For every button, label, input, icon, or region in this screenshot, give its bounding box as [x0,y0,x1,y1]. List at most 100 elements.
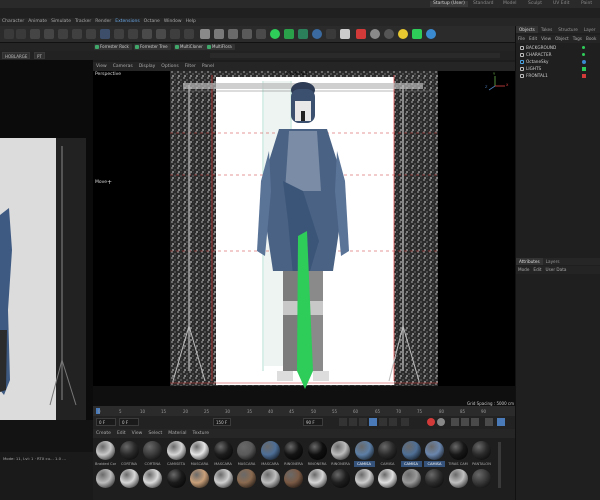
menu-window[interactable]: Window [162,18,184,26]
mat-menu-create[interactable]: Create [93,429,114,438]
grid-icon[interactable] [114,29,124,39]
material-swatch[interactable] [283,468,304,489]
material-scrollbar[interactable] [498,442,501,488]
object-row-lights[interactable]: LIGHTS [520,65,600,72]
cone-icon[interactable] [242,29,252,39]
material-swatch[interactable] [189,468,210,489]
end-frame-field[interactable]: 90 F [303,418,323,426]
material-swatch[interactable]: TIRAS CAM [448,440,469,467]
menu-character[interactable]: Character [0,18,26,26]
material-swatch[interactable] [95,468,116,489]
octane-tag-icon[interactable] [582,60,586,64]
vp-menu-filter[interactable]: Filter [182,62,199,71]
visibility-dot-icon[interactable] [582,46,585,49]
material-swatch[interactable] [448,468,469,489]
undo-icon[interactable] [4,29,14,39]
material-swatch[interactable]: CAMISA [377,440,398,467]
tab-forrester-rock[interactable]: Forrester Rock [94,44,132,50]
vp-menu-display[interactable]: Display [136,62,159,71]
play-icon[interactable] [369,418,377,426]
menu-extensions[interactable]: Extensions [113,18,141,26]
dark-sphere-icon[interactable] [384,29,394,39]
tab-objects[interactable]: Objects [516,26,538,33]
workspace-tab-model[interactable]: Model [500,1,520,7]
obj-menu-file[interactable]: File [516,35,527,43]
camera-tag-icon[interactable] [582,74,586,78]
menu-help[interactable]: Help [184,18,198,26]
obj-menu-tags[interactable]: Tags [571,35,584,43]
key-param-icon[interactable] [485,418,493,426]
tab-forrester-tree[interactable]: Forrester Tree [134,44,171,50]
goto-start-icon[interactable] [339,418,347,426]
render-view-icon[interactable] [30,29,40,39]
vp-menu-cameras[interactable]: Cameras [110,62,136,71]
workspace-tab-paint[interactable]: Paint [578,1,595,7]
sphere-icon[interactable] [200,29,210,39]
material-swatch[interactable] [260,468,281,489]
wireframe-icon[interactable] [156,29,166,39]
tab-takes[interactable]: Takes [538,26,555,33]
material-swatch[interactable] [119,468,140,489]
loop-icon[interactable] [401,418,409,426]
material-swatch[interactable]: MASCARA [213,440,234,467]
timeline-settings-icon[interactable] [497,418,505,426]
rotate-icon[interactable] [72,29,82,39]
material-ball-icon[interactable] [214,29,224,39]
material-swatch[interactable]: RINONERA [307,440,328,467]
obj-menu-book[interactable]: Book [584,35,598,43]
key-position-icon[interactable] [451,418,459,426]
material-swatch[interactable] [166,468,187,489]
material-swatch[interactable] [354,468,375,489]
material-swatch[interactable] [401,468,422,489]
play-back-icon[interactable] [359,418,367,426]
redo-icon[interactable] [16,29,26,39]
obj-menu-view[interactable]: View [539,35,553,43]
perspective-viewport[interactable]: Perspective FRONTAL1 Move + Grid Spacing… [93,71,515,406]
material-swatch[interactable]: CORTINA [142,440,163,467]
workspace-tab-uvedit[interactable]: UV Edit [550,1,573,7]
autokey-icon[interactable] [437,418,445,426]
frame-dropdown[interactable]: PT [34,52,45,59]
wave-icon[interactable] [326,29,336,39]
material-swatch[interactable]: CAMISETA [166,440,187,467]
material-swatch[interactable] [142,468,163,489]
key-scale-icon[interactable] [471,418,479,426]
material-swatch[interactable] [330,468,351,489]
vp-menu-view[interactable]: View [93,62,110,71]
key-rotation-icon[interactable] [461,418,469,426]
object-row-octanesky[interactable]: OctaneSky [520,58,600,65]
material-swatch[interactable]: PANTALON [471,440,492,467]
cylinder-icon[interactable] [228,29,238,39]
material-swatch[interactable]: CAMISA [400,440,422,467]
obj-menu-object[interactable]: Object [553,35,571,43]
obj-menu-edit[interactable]: Edit [527,35,539,43]
material-swatch[interactable]: CAMISA [353,440,375,467]
sphere-light-icon[interactable] [370,29,380,39]
material-swatch[interactable]: CAMISA [424,440,445,467]
object-row-background[interactable]: BACKGROUND [520,44,600,51]
material-swatch[interactable]: MASCARA [260,440,281,467]
attr-menu-mode[interactable]: Mode [516,266,531,274]
tab-multicloner[interactable]: MultiCloner [174,44,206,50]
mat-menu-edit[interactable]: Edit [114,429,129,438]
current-frame-field[interactable]: 0 F [119,418,139,426]
download-icon[interactable] [340,29,350,39]
green-light-icon[interactable] [270,29,280,39]
menu-octane[interactable]: Octane [142,18,162,26]
mat-menu-material[interactable]: Material [165,429,189,438]
object-row-character[interactable]: CHARACTER [520,51,600,58]
light-tag-icon[interactable] [582,67,586,71]
film-icon[interactable] [44,29,54,39]
mat-menu-view[interactable]: View [129,429,146,438]
menu-animate[interactable]: Animate [26,18,49,26]
material-swatch[interactable] [377,468,398,489]
timeline-ruler[interactable]: 0 5 10 15 20 25 30 35 40 45 50 55 60 65 … [93,406,515,416]
deformer-icon[interactable] [284,29,294,39]
visibility-dot-icon[interactable] [582,53,585,56]
material-swatch[interactable] [236,468,257,489]
mat-menu-select[interactable]: Select [145,429,165,438]
vp-menu-options[interactable]: Options [158,62,181,71]
record-icon[interactable] [356,29,366,39]
scale-icon[interactable] [86,29,96,39]
grid-view-icon[interactable] [170,29,180,39]
